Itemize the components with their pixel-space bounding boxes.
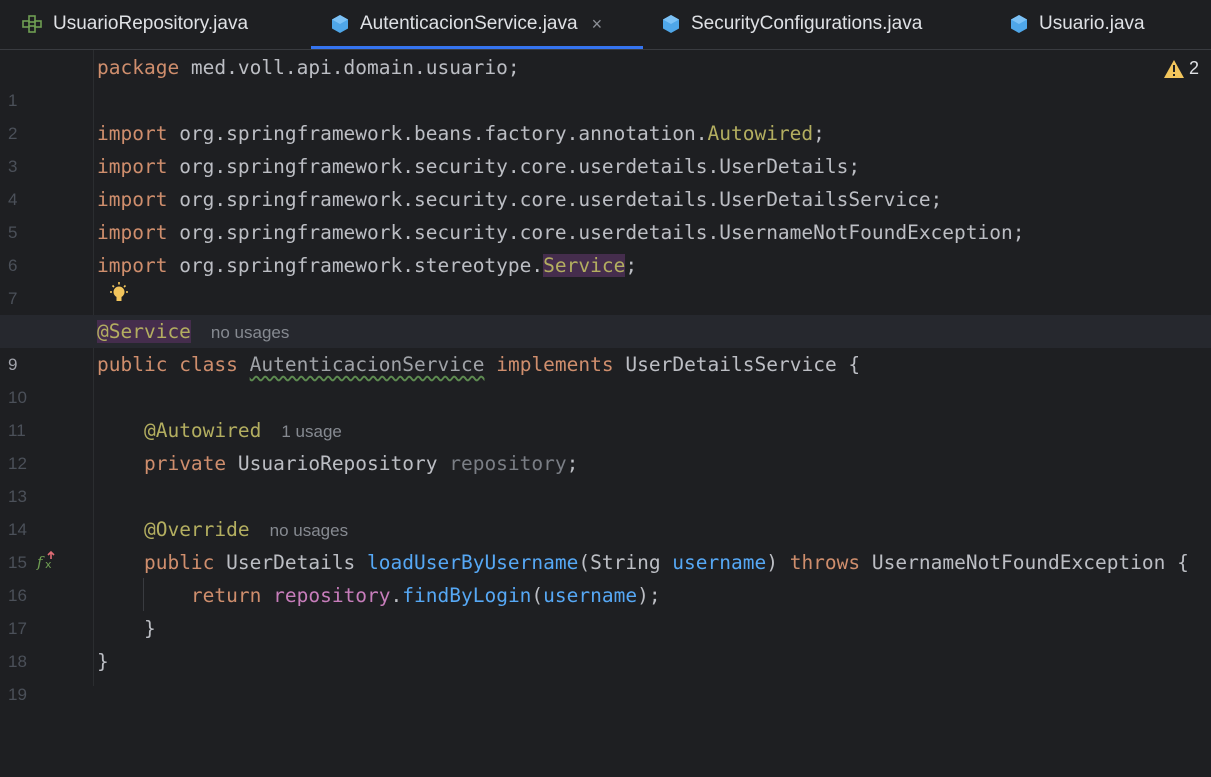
keyword: import [97, 122, 168, 145]
code-line-current[interactable]: 9 @Service no usages [0, 315, 1211, 374]
code-text: UsuarioRepository [226, 452, 450, 475]
code-line[interactable]: 12 @Autowired 1 usage [0, 414, 1211, 473]
class-reference: Autowired [707, 122, 814, 145]
keyword: return [190, 584, 262, 607]
code-line[interactable]: 3 import org.springframework.beans.facto… [0, 117, 1211, 176]
keyword: import [97, 155, 168, 178]
code-text: ; [566, 452, 579, 475]
code-text: UserDetails [214, 551, 368, 574]
code-line[interactable]: 15 @Override no usages [0, 513, 1211, 572]
parameter: username [543, 584, 638, 607]
editor-tab-bar: UsuarioRepository.java AutenticacionServ… [0, 0, 1211, 50]
keyword: class [179, 353, 238, 376]
code-text: org.springframework.beans.factory.annota… [167, 122, 708, 145]
code-text: . [390, 584, 403, 607]
code-line[interactable]: 16 public UserDetails loadUserByUsername… [0, 546, 1211, 605]
code-line[interactable]: 4 import org.springframework.security.co… [0, 150, 1211, 209]
line-number: 19 [8, 685, 27, 704]
keyword: throws [789, 551, 861, 574]
tab-usuario-repository[interactable]: UsuarioRepository.java [22, 0, 248, 48]
java-class-icon [331, 14, 349, 34]
annotation: @Override [143, 518, 250, 541]
keyword: import [97, 188, 168, 211]
class-name: AutenticacionService [249, 353, 485, 376]
code-editor[interactable]: 2 1 package med.voll.api.domain.usuario;… [0, 50, 1211, 704]
close-tab-icon[interactable]: × [592, 14, 603, 35]
field-name: repository [449, 452, 567, 475]
keyword: public [97, 353, 168, 376]
keyword: private [143, 452, 227, 475]
field-reference: repository [273, 584, 391, 607]
code-text: org.springframework.stereotype. [167, 254, 544, 277]
tab-security-configurations[interactable]: SecurityConfigurations.java [662, 0, 922, 48]
code-text: ) [766, 551, 790, 574]
code-text: org.springframework.security.core.userde… [167, 221, 1025, 244]
code-line[interactable]: 14 [0, 480, 1211, 539]
keyword: implements [496, 353, 614, 376]
usages-hint[interactable]: 1 usage [281, 422, 342, 441]
annotation: @Service [97, 320, 191, 343]
code-text: } [143, 617, 156, 640]
keyword: package [97, 56, 180, 79]
tab-usuario[interactable]: Usuario.java [1010, 0, 1145, 48]
keyword: import [97, 221, 168, 244]
code-text: med.voll.api.domain.usuario; [179, 56, 520, 79]
code-text: (String [578, 551, 673, 574]
code-line[interactable]: 19 } [0, 645, 1211, 704]
tab-label: Usuario.java [1039, 13, 1145, 34]
usages-hint[interactable]: no usages [270, 521, 348, 540]
code-line[interactable]: 10 public class AutenticacionService imp… [0, 348, 1211, 407]
class-reference-highlighted: Service [543, 254, 626, 277]
svg-text:x: x [45, 558, 52, 571]
svg-text:f: f [36, 553, 45, 571]
code-line[interactable]: 18 } [0, 612, 1211, 671]
code-text: UserDetailsService { [613, 353, 861, 376]
code-text: org.springframework.security.core.userde… [167, 155, 861, 178]
java-class-icon [662, 14, 680, 34]
usages-hint[interactable]: no usages [211, 323, 289, 342]
implements-method-icon[interactable]: fx [36, 550, 58, 576]
code-line[interactable]: 2 [0, 84, 1211, 143]
keyword: import [97, 254, 168, 277]
tab-label: AutenticacionService.java [360, 13, 578, 34]
method-call: findByLogin [402, 584, 532, 607]
code-text: UsernameNotFoundException { [860, 551, 1189, 574]
java-class-icon [1010, 14, 1028, 34]
code-text: ; [625, 254, 638, 277]
tab-label: SecurityConfigurations.java [691, 13, 923, 34]
code-text: } [97, 650, 109, 673]
parameter: username [672, 551, 767, 574]
code-line[interactable]: 17 return repository.findByLogin(usernam… [0, 579, 1211, 638]
tab-label: UsuarioRepository.java [53, 13, 249, 34]
code-line[interactable]: 6 import org.springframework.security.co… [0, 216, 1211, 275]
code-text: ); [637, 584, 661, 607]
code-line[interactable]: 5 import org.springframework.security.co… [0, 183, 1211, 242]
annotation: @Autowired [143, 419, 262, 442]
code-text: org.springframework.security.core.userde… [167, 188, 943, 211]
code-line[interactable]: 11 [0, 381, 1211, 440]
code-line[interactable]: 7 import org.springframework.stereotype.… [0, 249, 1211, 308]
lightbulb-icon[interactable] [107, 281, 131, 311]
code-text: ( [531, 584, 544, 607]
code-line[interactable]: 13 private UsuarioRepository repository; [0, 447, 1211, 506]
method-name: loadUserByUsername [367, 551, 579, 574]
code-line[interactable]: 8 [0, 282, 1211, 341]
tab-autenticacion-service[interactable]: AutenticacionService.java × [311, 0, 643, 49]
keyword: public [143, 551, 215, 574]
code-line[interactable]: 1 package med.voll.api.domain.usuario; [0, 51, 1211, 110]
code-text: ; [813, 122, 825, 145]
interface-icon [22, 15, 42, 33]
